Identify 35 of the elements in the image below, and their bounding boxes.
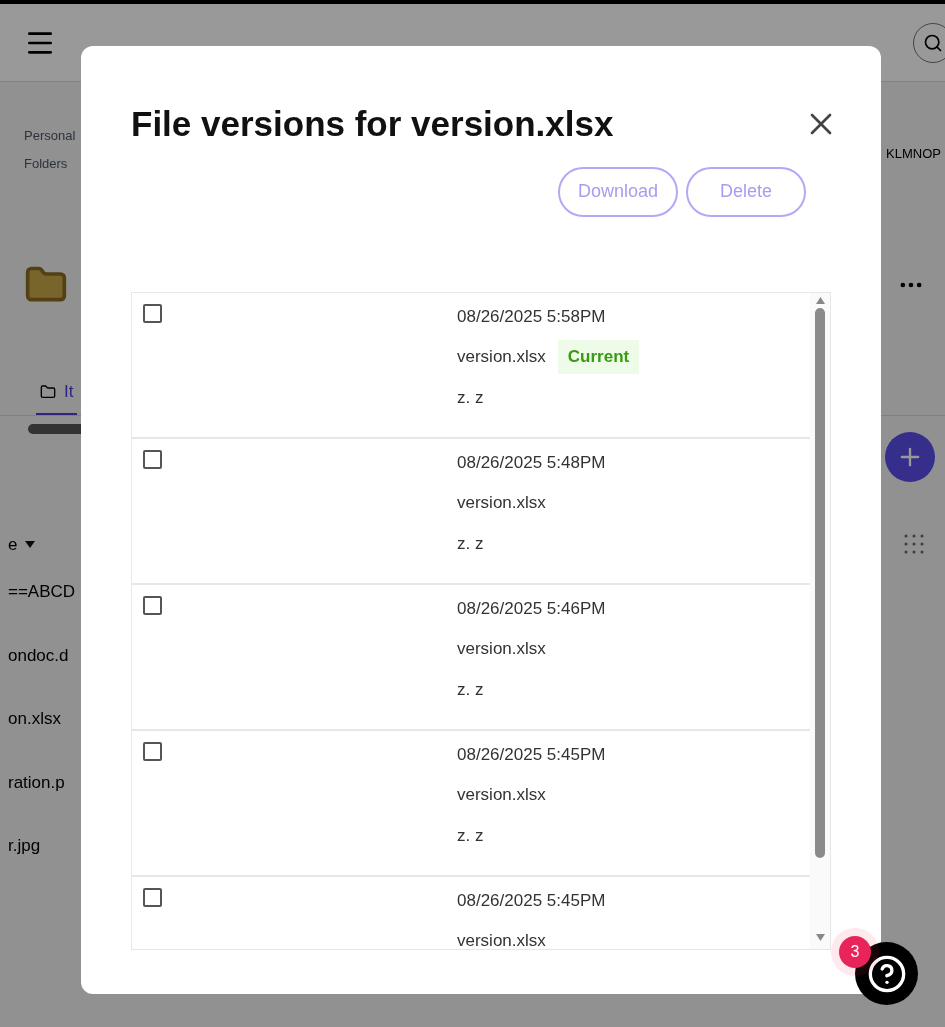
- sort-arrow-icon[interactable]: [25, 540, 36, 548]
- version-file-name: version.xlsx: [457, 784, 546, 807]
- search-icon: [923, 32, 943, 53]
- version-file-name: version.xlsx: [457, 346, 546, 369]
- version-author: z. z: [457, 679, 485, 701]
- version-author: z. z: [457, 825, 485, 847]
- version-date: 08/26/2025 5:45PM: [457, 889, 606, 912]
- version-author: z. z: [457, 387, 485, 409]
- version-file-name: version.xlsx: [457, 638, 546, 661]
- version-date: 08/26/2025 5:48PM: [457, 451, 606, 474]
- checkbox[interactable]: [143, 449, 162, 469]
- breadcrumb-item[interactable]: Personal: [24, 126, 80, 146]
- scrollbar[interactable]: [810, 292, 830, 949]
- version-author: z. z: [457, 533, 485, 555]
- checkbox[interactable]: [143, 887, 162, 907]
- breadcrumb-item[interactable]: KLMNOP: [886, 82, 945, 173]
- column-header[interactable]: e: [8, 531, 18, 557]
- breadcrumb-item[interactable]: Folders: [24, 153, 80, 173]
- dialog-title: File versions for version.xlsx: [131, 103, 614, 145]
- help-icon: [866, 953, 907, 994]
- grid-icon[interactable]: [903, 533, 925, 556]
- version-date: 08/26/2025 5:45PM: [457, 743, 606, 766]
- version-file-name: version.xlsx: [457, 492, 546, 515]
- version-date: 08/26/2025 5:58PM: [457, 305, 607, 328]
- current-tag: Current: [557, 340, 640, 374]
- items-tab[interactable]: It: [36, 379, 78, 415]
- checkbox[interactable]: [143, 595, 162, 615]
- scroll-down-icon[interactable]: [815, 933, 825, 941]
- checkbox[interactable]: [143, 741, 162, 761]
- add-button[interactable]: [885, 431, 935, 482]
- checkbox[interactable]: [143, 303, 162, 323]
- folder-icon: [40, 383, 56, 400]
- version-file-name: version.xlsx: [457, 930, 546, 949]
- version-date: 08/26/2025 5:46PM: [457, 597, 606, 620]
- scroll-up-icon[interactable]: [815, 296, 825, 304]
